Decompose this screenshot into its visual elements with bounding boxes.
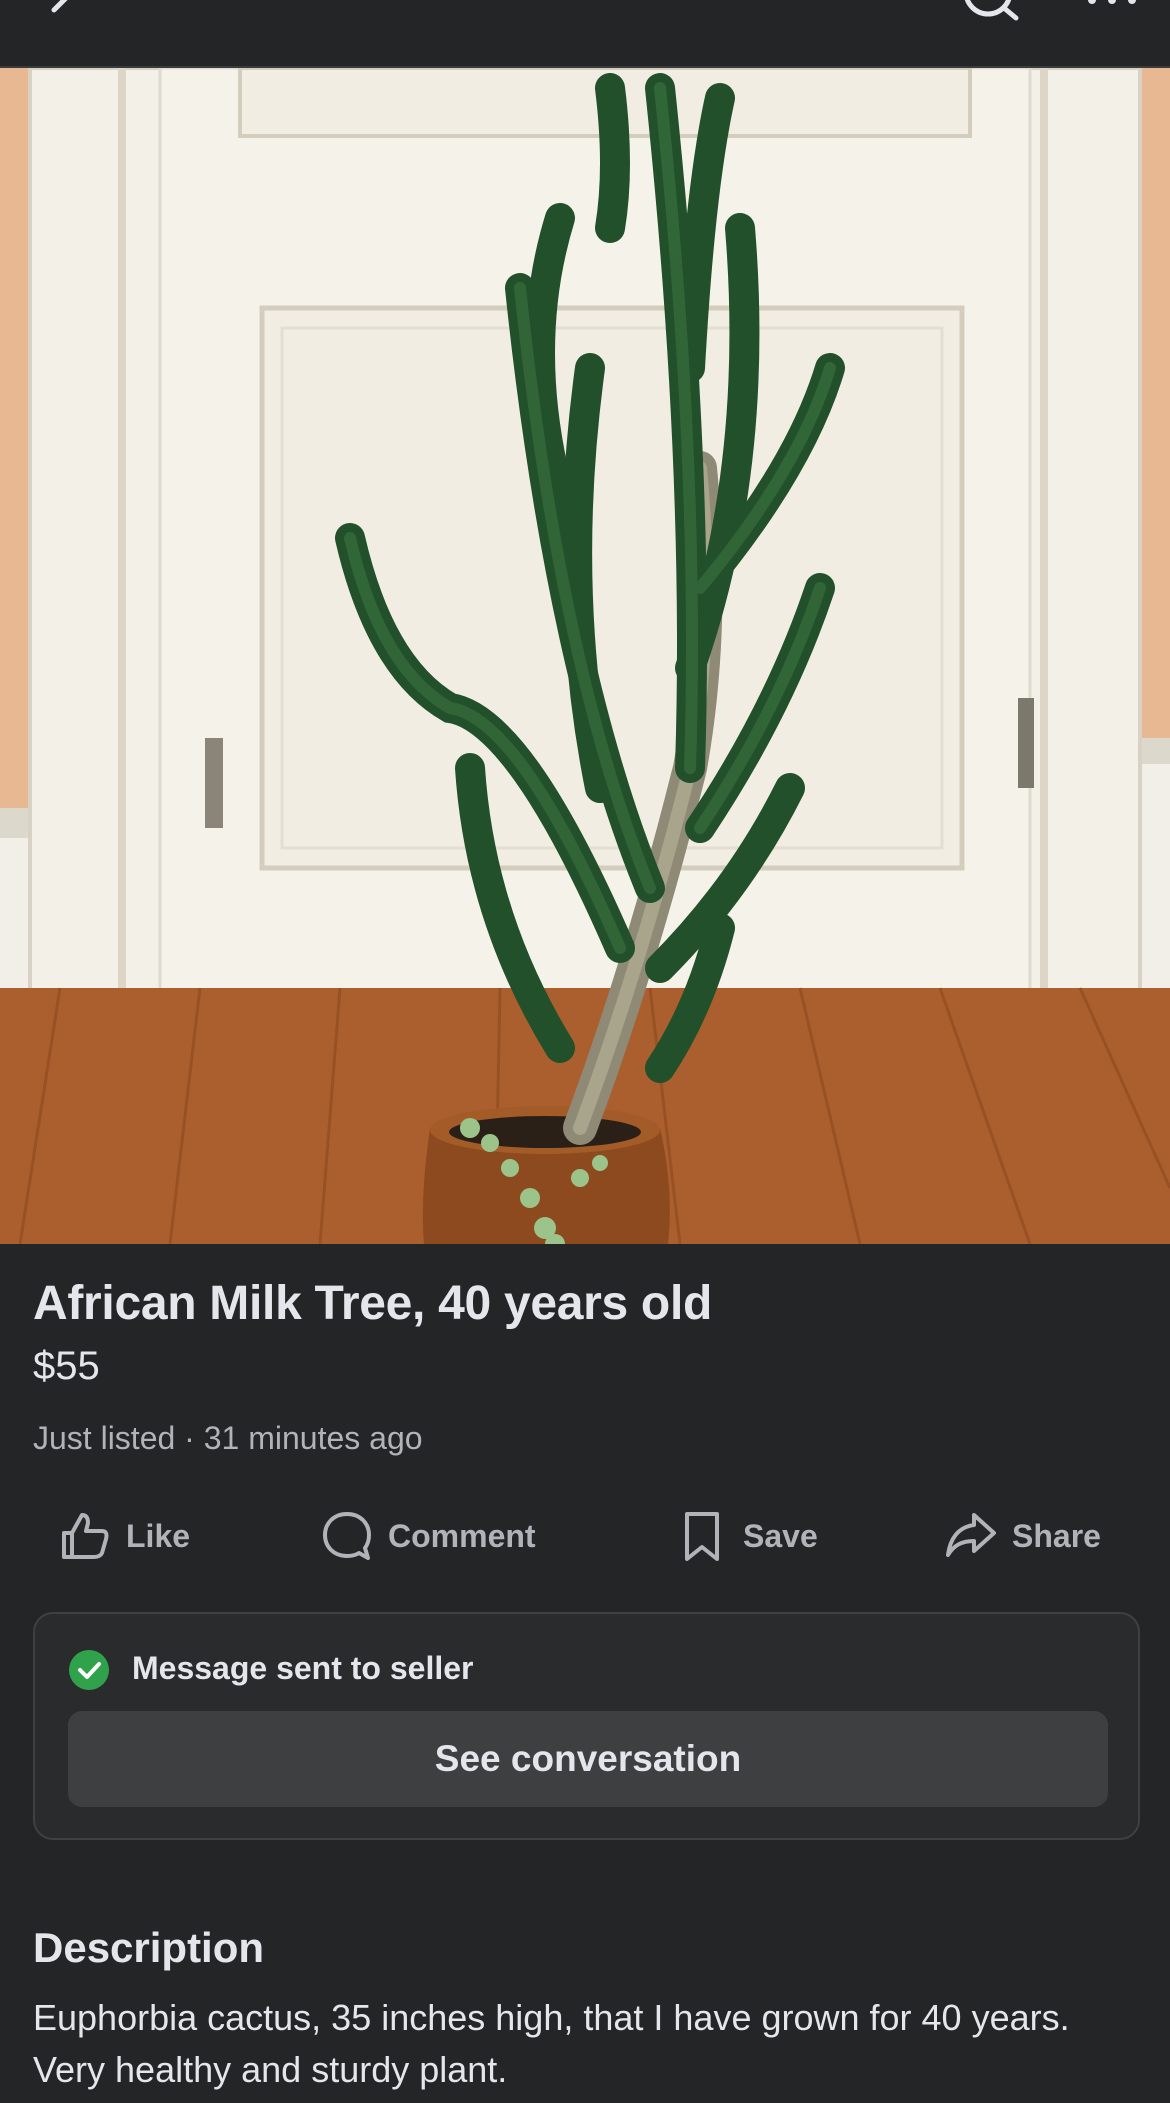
top-nav-bar [0,0,1170,68]
see-conversation-button[interactable]: See conversation [68,1711,1108,1807]
message-status: Message sent to seller [132,1650,474,1686]
comment-icon [323,1512,371,1560]
action-row: Like Comment Save Share [0,1500,1170,1572]
comment-label: Comment [388,1517,536,1554]
listing-price: $55 [33,1344,100,1388]
listing-meta: Just listed · 31 minutes ago [33,1420,423,1457]
thumbs-up-icon [62,1513,109,1559]
description-heading: Description [33,1924,265,1971]
search-icon[interactable] [960,0,1022,28]
share-icon [946,1513,996,1557]
bookmark-icon [685,1512,719,1561]
listed-status: Just listed [33,1420,176,1456]
listed-time: 31 minutes ago [203,1420,423,1456]
plant-photo-illustration [0,68,1170,1244]
listing-title: African Milk Tree, 40 years old [33,1277,713,1330]
comment-button[interactable]: Comment [320,1500,536,1572]
description-text: Euphorbia cactus, 35 inches high, that I… [33,1997,1070,2090]
share-label: Share [1012,1517,1101,1554]
back-arrow-icon[interactable] [38,0,78,26]
message-sent-card: Message sent to seller See conversation [33,1612,1140,1840]
like-button[interactable]: Like [58,1500,190,1572]
save-label: Save [743,1517,818,1554]
meta-separator: · [184,1420,195,1456]
more-options-icon[interactable] [1082,0,1142,4]
listing-photo[interactable] [0,68,1170,1244]
check-circle-icon [69,1650,109,1690]
share-button[interactable]: Share [944,1500,1101,1572]
like-label: Like [126,1517,191,1554]
save-button[interactable]: Save [675,1500,818,1572]
